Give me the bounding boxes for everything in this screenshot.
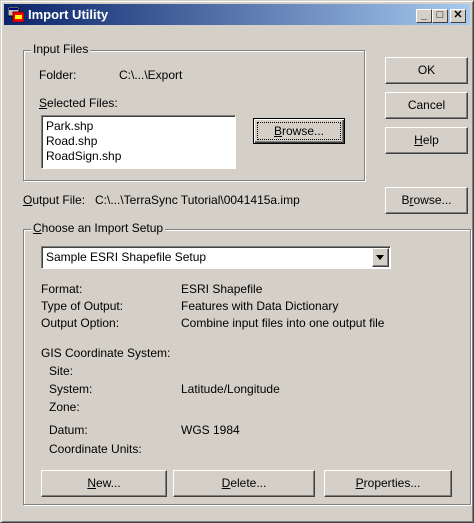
selected-files-list[interactable]: Park.shp Road.shp RoadSign.shp xyxy=(41,115,236,169)
output-type-value: Features with Data Dictionary xyxy=(181,299,339,313)
help-label: Help xyxy=(414,133,439,147)
new-setup-button[interactable]: New... xyxy=(41,470,167,497)
ok-label: OK xyxy=(417,63,436,77)
properties-button[interactable]: Properties... xyxy=(324,470,452,497)
input-files-group-label: Input Files xyxy=(31,42,91,56)
cancel-button[interactable]: Cancel xyxy=(385,92,468,119)
output-type-label: Type of Output: xyxy=(41,299,124,313)
list-item[interactable]: Road.shp xyxy=(46,134,97,148)
gis-heading: GIS Coordinate System: xyxy=(41,346,171,360)
delete-setup-button[interactable]: Delete... xyxy=(173,470,315,497)
input-browse-button[interactable]: Browse... xyxy=(253,118,345,144)
dropdown-button[interactable] xyxy=(372,248,389,267)
properties-label: Properties... xyxy=(355,476,421,490)
app-icon xyxy=(8,7,24,22)
list-item[interactable]: RoadSign.shp xyxy=(46,149,121,163)
selected-files-label: Selected Files: xyxy=(39,96,118,110)
minimize-button[interactable]: _ xyxy=(416,9,432,23)
output-browse-label: Browse... xyxy=(401,193,452,207)
folder-label: Folder: xyxy=(39,68,77,82)
minimize-icon: _ xyxy=(420,9,428,21)
close-button[interactable]: ✕ xyxy=(450,9,466,23)
datum-label: Datum: xyxy=(49,423,88,437)
system-value: Latitude/Longitude xyxy=(181,382,280,396)
chevron-down-icon xyxy=(376,255,384,260)
output-file-path: C:\...\TerraSync Tutorial\0041415a.imp xyxy=(95,193,300,207)
import-utility-window: Import Utility _ □ ✕ Input Files Folder:… xyxy=(0,0,474,523)
close-icon: ✕ xyxy=(453,9,463,21)
format-value: ESRI Shapefile xyxy=(181,282,263,296)
coordinate-units-label: Coordinate Units: xyxy=(49,442,142,456)
cancel-label: Cancel xyxy=(407,98,446,112)
site-label: Site: xyxy=(49,364,74,378)
folder-value: C:\...\Export xyxy=(119,68,183,82)
import-setup-group xyxy=(23,229,471,505)
window-title: Import Utility xyxy=(28,7,109,22)
import-setup-group-label: Choose an Import Setup xyxy=(31,221,166,235)
help-button[interactable]: Help xyxy=(385,127,468,154)
list-item[interactable]: Park.shp xyxy=(46,119,93,133)
maximize-button[interactable]: □ xyxy=(432,9,448,23)
system-label: System: xyxy=(49,382,93,396)
import-setup-select[interactable]: Sample ESRI Shapefile Setup xyxy=(41,246,391,269)
maximize-icon: □ xyxy=(436,9,444,21)
ok-button[interactable]: OK xyxy=(385,57,468,84)
title-bar[interactable]: Import Utility _ □ ✕ xyxy=(4,4,470,25)
input-browse-label: Browse... xyxy=(273,124,325,138)
output-option-label: Output Option: xyxy=(41,316,120,330)
delete-setup-label: Delete... xyxy=(221,476,267,490)
zone-label: Zone: xyxy=(49,400,80,414)
datum-value: WGS 1984 xyxy=(181,423,240,437)
format-label: Format: xyxy=(41,282,83,296)
output-file-label: Output File: xyxy=(23,193,86,207)
output-option-value: Combine input files into one output file xyxy=(181,316,385,330)
output-browse-button[interactable]: Browse... xyxy=(385,187,468,214)
import-setup-selected-value: Sample ESRI Shapefile Setup xyxy=(46,250,207,264)
new-setup-label: New... xyxy=(87,476,121,490)
